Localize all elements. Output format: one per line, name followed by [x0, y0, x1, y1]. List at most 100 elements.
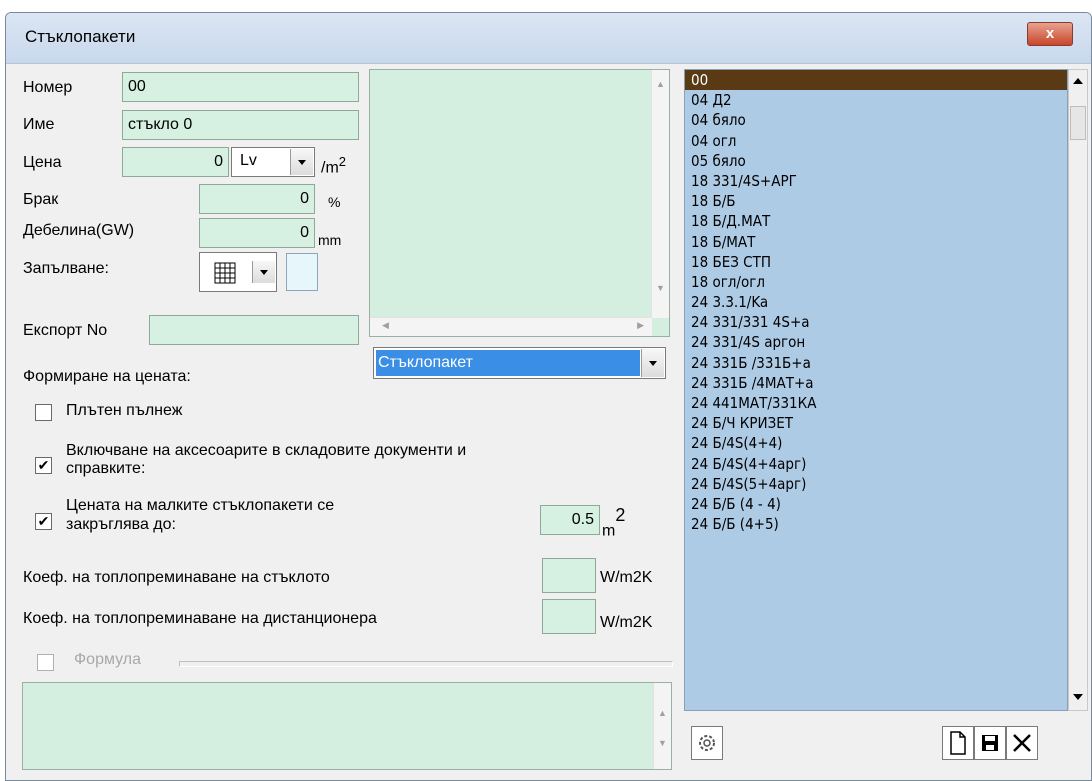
list-item[interactable]: 24 331Б /4МАТ+а [685, 373, 1067, 393]
price-unit-sup: 2 [338, 154, 347, 169]
export-field[interactable] [149, 315, 359, 345]
solid-fill-checkbox[interactable] [35, 404, 52, 421]
chevron-down-icon[interactable] [290, 149, 313, 175]
list-item[interactable]: 18 Б/МАТ [685, 232, 1067, 252]
price-unit-text: /m [321, 159, 339, 177]
defect-label: Брак [23, 191, 59, 208]
coef-spacer-field[interactable] [542, 599, 596, 634]
list-items: 00 04 Д2 04 бяло 04 огл 05 бяло 18 331/4S+АРГ… [685, 70, 1067, 534]
glass-unit-list[interactable]: 00 04 Д2 04 бяло 04 огл 05 бяло 18 331/4S+АРГ… [684, 69, 1068, 711]
defect-unit: % [328, 194, 341, 210]
include-accessories-checkbox[interactable]: ✔ [35, 457, 52, 474]
scroll-right-icon[interactable]: ▶ [637, 320, 644, 331]
round-price-checkbox[interactable]: ✔ [35, 513, 52, 530]
round-price-label-2: закръглява до: [66, 516, 176, 533]
export-label: Експорт No [23, 322, 108, 339]
number-label: Номер [23, 79, 73, 96]
round-unit: m2 [602, 505, 625, 540]
scroll-down-icon[interactable]: ▼ [652, 280, 669, 297]
round-value-field[interactable]: 0.5 [540, 505, 600, 535]
round-unit-sup: 2 [615, 505, 626, 525]
defect-field[interactable]: 0 [199, 184, 315, 214]
thickness-field[interactable]: 0 [199, 218, 315, 248]
formula-label: Формула [74, 651, 142, 668]
delete-button[interactable] [1006, 726, 1038, 760]
list-item[interactable]: 24 Б/Ч КРИЗЕТ [685, 413, 1067, 433]
list-item[interactable]: 18 331/4S+АРГ [685, 171, 1067, 191]
list-item[interactable]: 18 Б/Д.МАТ [685, 211, 1067, 231]
scroll-left-icon[interactable]: ◀ [382, 320, 389, 331]
formula-checkbox[interactable] [37, 654, 54, 671]
list-item[interactable]: 18 БЕЗ СТП [685, 252, 1067, 272]
fill-color-swatch[interactable] [286, 253, 318, 291]
list-item[interactable]: 24 441МАТ/331КА [685, 393, 1067, 413]
scroll-down-icon[interactable] [1071, 692, 1085, 702]
coef-glass-unit: W/m2K [600, 569, 653, 586]
thickness-label: Дебелина(GW) [23, 222, 135, 239]
fill-pattern-select[interactable] [199, 252, 277, 292]
formula-textarea[interactable]: ▲ ▼ [22, 682, 672, 770]
formula-divider [179, 661, 673, 667]
name-field[interactable]: стъкло 0 [122, 110, 359, 140]
scroll-up-icon[interactable] [1071, 76, 1085, 86]
currency-value: Lv [240, 152, 257, 169]
round-price-label-1: Цената на малките стъклопакети се [66, 497, 335, 514]
fill-label: Запълване: [23, 260, 109, 277]
list-item[interactable]: 18 огл/огл [685, 272, 1067, 292]
list-item[interactable]: 18 Б/Б [685, 191, 1067, 211]
list-item[interactable]: 24 3.3.1/Ka [685, 292, 1067, 312]
save-icon [982, 735, 998, 751]
coef-glass-field[interactable] [542, 558, 596, 593]
settings-button[interactable] [691, 726, 723, 760]
delete-icon [1013, 734, 1031, 752]
include-accessories-label-2: справките: [66, 460, 146, 477]
pricing-label: Формиране на цената: [23, 368, 191, 385]
type-select[interactable]: Стъклопакет [373, 347, 666, 379]
coef-spacer-unit: W/m2K [600, 614, 653, 631]
include-accessories-label-1: Включване на аксесоарите в складовите до… [66, 442, 467, 459]
new-button[interactable] [942, 726, 974, 760]
list-item[interactable]: 04 Д2 [685, 90, 1067, 110]
list-item[interactable]: 24 Б/4S(4+4арг) [685, 454, 1067, 474]
round-unit-text: m [602, 522, 616, 540]
window: Стъклопакети x Номер 00 Име стъкло 0 Цен… [5, 12, 1092, 781]
price-unit: /m2 [321, 154, 346, 177]
scroll-up-icon[interactable]: ▲ [652, 76, 669, 93]
price-label: Цена [23, 154, 62, 171]
grid-pattern-icon [214, 262, 236, 284]
list-item[interactable]: 04 огл [685, 131, 1067, 151]
list-item[interactable]: 24 Б/4S(4+4) [685, 433, 1067, 453]
save-button[interactable] [974, 726, 1006, 760]
preview-hscrollbar[interactable]: ◀ ▶ [370, 317, 652, 336]
scroll-down-icon[interactable]: ▼ [654, 735, 671, 752]
chevron-down-icon[interactable] [641, 349, 664, 377]
coef-glass-label: Коеф. на топлопреминаване на стъклото [23, 569, 330, 586]
name-label: Име [23, 116, 55, 133]
preview-area[interactable]: ▲ ▼ ◀ ▶ [369, 69, 670, 337]
list-item[interactable]: 24 331/4S аргон [685, 332, 1067, 352]
list-item[interactable]: 05 бяло [685, 151, 1067, 171]
list-item[interactable]: 04 бяло [685, 110, 1067, 130]
price-field[interactable]: 0 [122, 147, 229, 177]
window-title: Стъклопакети [25, 27, 136, 46]
gear-icon [699, 735, 715, 751]
preview-scrollbar[interactable]: ▲ ▼ [651, 70, 669, 318]
thickness-unit: mm [318, 232, 342, 248]
list-scrollbar[interactable] [1068, 69, 1088, 711]
list-item[interactable]: 24 331Б /331Б+а [685, 353, 1067, 373]
list-item[interactable]: 24 331/331 4S+a [685, 312, 1067, 332]
list-item[interactable]: 24 Б/4S(5+4арг) [685, 474, 1067, 494]
currency-select[interactable]: Lv [231, 147, 315, 177]
list-item[interactable]: 24 Б/Б (4 - 4) [685, 494, 1067, 514]
scroll-thumb[interactable] [1070, 106, 1086, 140]
close-button[interactable]: x [1027, 22, 1073, 46]
coef-spacer-label: Коеф. на топлопреминаване на дистанционе… [23, 610, 377, 627]
new-document-icon [950, 731, 966, 755]
number-field[interactable]: 00 [122, 72, 359, 102]
list-item[interactable]: 00 [685, 70, 1067, 91]
list-item[interactable]: 24 Б/Б (4+5) [685, 514, 1067, 534]
scroll-up-icon[interactable]: ▲ [654, 705, 671, 722]
title-bar: Стъклопакети x [6, 13, 1091, 64]
formula-scrollbar[interactable]: ▲ ▼ [653, 683, 671, 769]
chevron-down-icon[interactable] [252, 261, 275, 283]
